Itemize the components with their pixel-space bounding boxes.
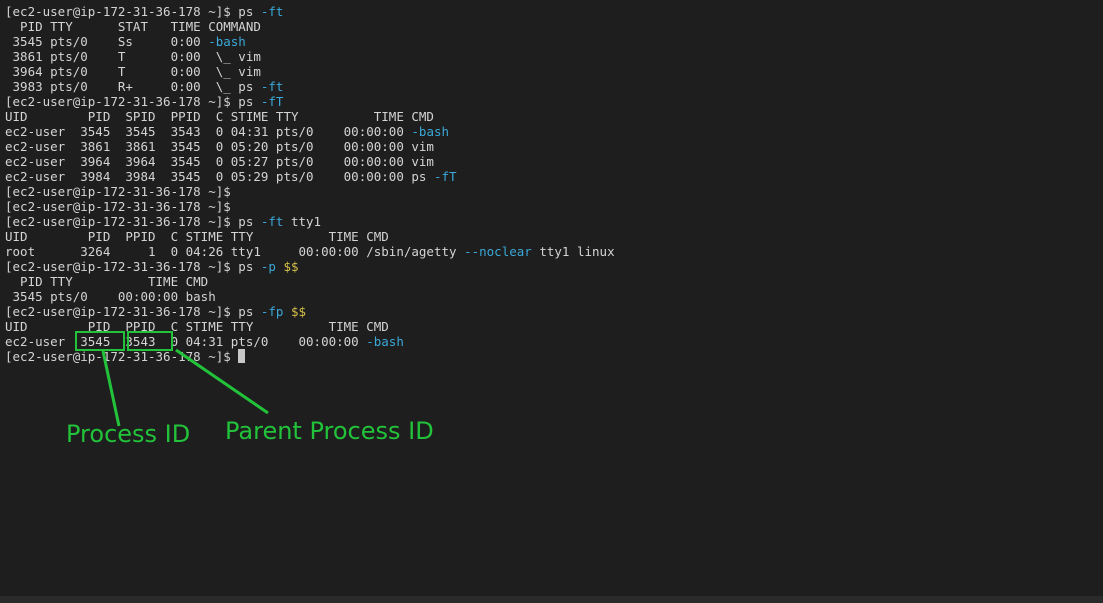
terminal-flag-text: -fT — [260, 94, 284, 109]
terminal-text: 3964 pts/0 T 0:00 \_ vim — [5, 64, 261, 79]
pid-highlight-box — [75, 331, 125, 351]
terminal-text: 3545 pts/0 Ss 0:00 — [5, 34, 209, 49]
terminal-line: 3983 pts/0 R+ 0:00 \_ ps -ft — [5, 79, 615, 94]
terminal-var-text: $$ — [283, 259, 299, 274]
terminal-line: 3861 pts/0 T 0:00 \_ vim — [5, 49, 615, 64]
terminal-line: [ec2-user@ip-172-31-36-178 ~]$ — [5, 184, 615, 199]
terminal-line: [ec2-user@ip-172-31-36-178 ~]$ ps -p $$ — [5, 259, 615, 274]
terminal-flag-text: -fT — [433, 169, 457, 184]
terminal-flag-text: --noclear — [464, 244, 532, 259]
terminal-text: PID TTY TIME CMD — [5, 274, 209, 289]
terminal-text: [ec2-user@ip-172-31-36-178 ~]$ ps — [5, 304, 261, 319]
terminal-flag-text: -p — [260, 259, 276, 274]
terminal-cursor[interactable] — [238, 349, 246, 363]
parent-process-id-label: Parent Process ID — [225, 417, 434, 445]
terminal-line: ec2-user 3861 3861 3545 0 05:20 pts/0 00… — [5, 139, 615, 154]
terminal-text: ec2-user 3545 3545 3543 0 04:31 pts/0 00… — [5, 124, 412, 139]
terminal-line: 3545 pts/0 00:00:00 bash — [5, 289, 615, 304]
terminal-text: [ec2-user@ip-172-31-36-178 ~]$ ps — [5, 4, 261, 19]
terminal-text: UID PID PPID C STIME TTY TIME CMD — [5, 229, 389, 244]
terminal-text: ec2-user 3984 3984 3545 0 05:29 pts/0 00… — [5, 169, 434, 184]
terminal-line: PID TTY TIME CMD — [5, 274, 615, 289]
terminal-text: [ec2-user@ip-172-31-36-178 ~]$ ps — [5, 259, 261, 274]
process-id-label: Process ID — [66, 420, 191, 448]
terminal-line: ec2-user 3964 3964 3545 0 05:27 pts/0 00… — [5, 154, 615, 169]
terminal-text: root 3264 1 0 04:26 tty1 00:00:00 /sbin/… — [5, 244, 465, 259]
terminal-text: [ec2-user@ip-172-31-36-178 ~]$ — [5, 199, 231, 214]
terminal-line: UID PID PPID C STIME TTY TIME CMD — [5, 229, 615, 244]
terminal-flag-text: -bash — [208, 34, 246, 49]
terminal-output: [ec2-user@ip-172-31-36-178 ~]$ ps -ft PI… — [5, 4, 615, 364]
terminal-flag-text: -bash — [411, 124, 450, 139]
terminal-line: [ec2-user@ip-172-31-36-178 ~]$ ps -ft — [5, 4, 615, 19]
terminal-text: UID PID PPID C STIME TTY TIME CMD — [5, 319, 389, 334]
terminal-flag-text: -fp — [260, 304, 284, 319]
terminal-line: 3964 pts/0 T 0:00 \_ vim — [5, 64, 615, 79]
terminal-text: 3983 pts/0 R+ 0:00 \_ ps — [5, 79, 261, 94]
terminal-line: UID PID SPID PPID C STIME TTY TIME CMD — [5, 109, 615, 124]
terminal-line: PID TTY STAT TIME COMMAND — [5, 19, 615, 34]
terminal-text: tty1 linux — [531, 244, 615, 259]
terminal-flag-text: -ft — [260, 4, 284, 19]
terminal-text: UID PID SPID PPID C STIME TTY TIME CMD — [5, 109, 434, 124]
terminal-text: [ec2-user@ip-172-31-36-178 ~]$ — [5, 349, 239, 364]
terminal-line: ec2-user 3545 3545 3543 0 04:31 pts/0 00… — [5, 124, 615, 139]
terminal-text: PID TTY STAT TIME COMMAND — [5, 19, 261, 34]
terminal-flag-text: -ft — [260, 79, 284, 94]
terminal-flag-text: -ft — [260, 214, 284, 229]
terminal-line: root 3264 1 0 04:26 tty1 00:00:00 /sbin/… — [5, 244, 615, 259]
terminal-text: ec2-user 3545 3543 0 04:31 pts/0 00:00:0… — [5, 334, 367, 349]
terminal-window[interactable]: [ec2-user@ip-172-31-36-178 ~]$ ps -ft PI… — [0, 0, 1103, 603]
terminal-text: tty1 — [283, 214, 322, 229]
terminal-flag-text: -bash — [366, 334, 404, 349]
terminal-line: ec2-user 3984 3984 3545 0 05:29 pts/0 00… — [5, 169, 615, 184]
terminal-text: [ec2-user@ip-172-31-36-178 ~]$ — [5, 184, 231, 199]
terminal-line: [ec2-user@ip-172-31-36-178 ~]$ ps -fT — [5, 94, 615, 109]
terminal-text: [ec2-user@ip-172-31-36-178 ~]$ ps — [5, 214, 261, 229]
terminal-text: [ec2-user@ip-172-31-36-178 ~]$ ps — [5, 94, 261, 109]
terminal-var-text: $$ — [290, 304, 307, 319]
terminal-text: ec2-user 3861 3861 3545 0 05:20 pts/0 00… — [5, 139, 434, 154]
terminal-line: [ec2-user@ip-172-31-36-178 ~]$ — [5, 349, 615, 364]
status-strip — [0, 596, 1103, 603]
terminal-line: [ec2-user@ip-172-31-36-178 ~]$ ps -fp $$ — [5, 304, 615, 319]
terminal-line: [ec2-user@ip-172-31-36-178 ~]$ — [5, 199, 615, 214]
terminal-line: [ec2-user@ip-172-31-36-178 ~]$ ps -ft tt… — [5, 214, 615, 229]
terminal-text: 3861 pts/0 T 0:00 \_ vim — [5, 49, 261, 64]
terminal-text: 3545 pts/0 00:00:00 bash — [5, 289, 216, 304]
terminal-text: ec2-user 3964 3964 3545 0 05:27 pts/0 00… — [5, 154, 434, 169]
ppid-highlight-box — [127, 331, 173, 351]
terminal-line: 3545 pts/0 Ss 0:00 -bash — [5, 34, 615, 49]
